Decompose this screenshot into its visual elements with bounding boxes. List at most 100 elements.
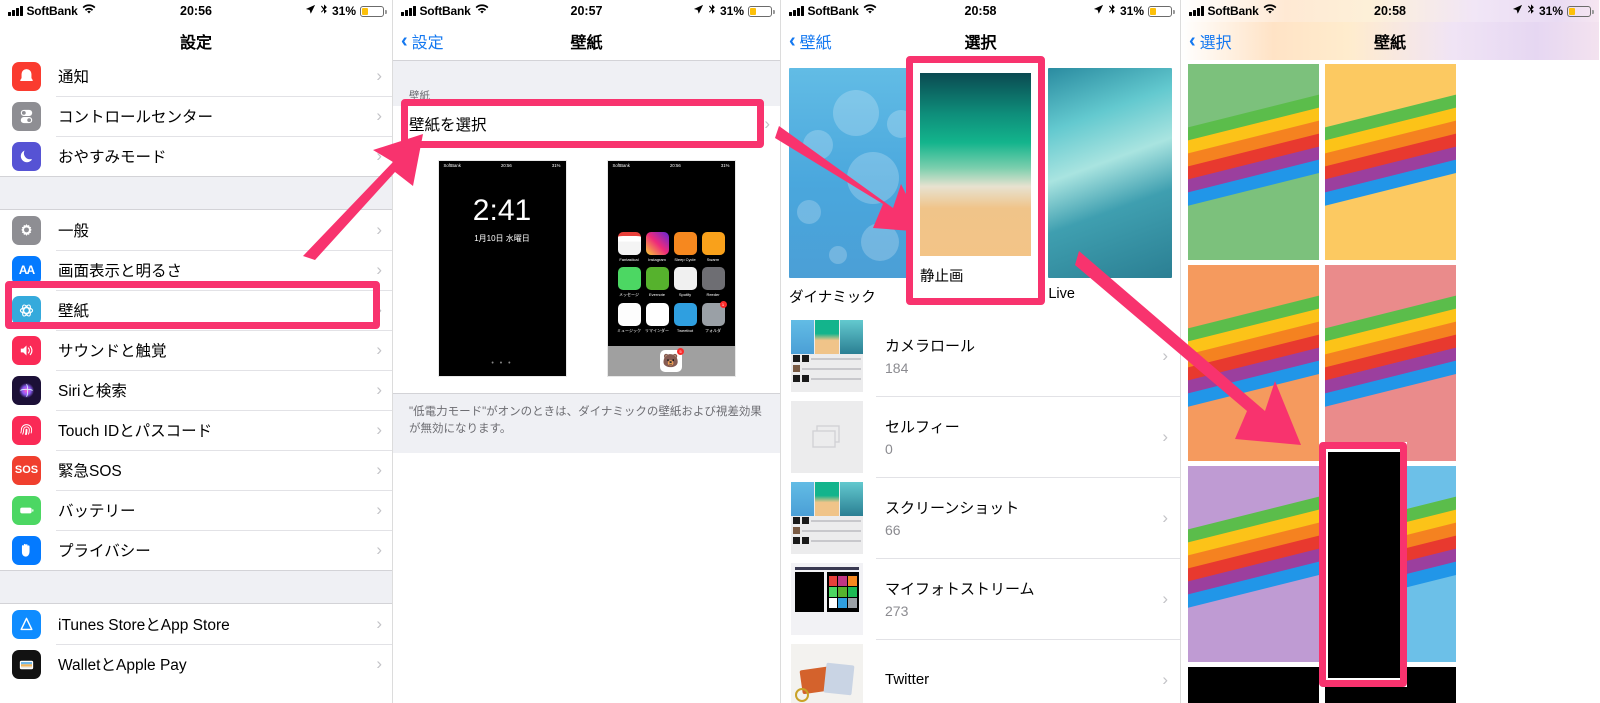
chevron-right-icon: › (376, 220, 382, 239)
chevron-left-icon: ‹ (401, 30, 408, 52)
back-button[interactable]: ‹ 選択 (1189, 29, 1232, 53)
wallpaper-cell[interactable] (1188, 466, 1319, 662)
settings-row-itunes[interactable]: iTunes StoreとApp Store › (0, 604, 392, 644)
dock-app-icon: 🐻 5 (660, 348, 684, 372)
wallpaper-cell[interactable] (1188, 265, 1319, 461)
rainbow-stripes (1188, 89, 1319, 260)
wallpaper-type-label: ダイナミック (789, 290, 876, 306)
hand-icon (12, 535, 41, 565)
battery-percent: 31% (1119, 4, 1144, 18)
signal-bars-icon (1189, 6, 1204, 16)
footnote-text: "低電力モード"がオンのときは、ダイナミックの壁紙および視差効果が無効になります… (393, 393, 780, 453)
settings-row-privacy[interactable]: プライバシー › (0, 530, 392, 570)
chevron-right-icon: › (376, 380, 382, 399)
dock: 🐻 5 (607, 346, 735, 376)
settings-row-touchid[interactable]: Touch IDとパスコード › (0, 410, 392, 450)
back-label: 選択 (1199, 35, 1232, 52)
settings-row-label: Siriと検索 (58, 383, 127, 400)
location-icon (693, 4, 704, 18)
album-text: カメラロール 184 (885, 335, 975, 376)
album-thumbnail (791, 643, 863, 703)
app-icon-instagram: Instagram (645, 232, 670, 262)
status-bar: SoftBank 20:58 31% (781, 0, 1180, 22)
settings-row-label: 緊急SOS (58, 463, 122, 480)
settings-row-sounds[interactable]: サウンドと触覚 › (0, 330, 392, 370)
empty-album-icon (812, 424, 840, 448)
control-center-icon (12, 101, 41, 131)
settings-row-general[interactable]: 一般 › (0, 210, 392, 250)
wallpaper-cell[interactable] (1325, 64, 1456, 260)
app-grid: Fantastical Instagram Sleep Cycle Swarm … (608, 170, 735, 334)
settings-row-wallpaper[interactable]: 壁紙 › (0, 290, 392, 330)
wallpaper-cell[interactable] (1325, 265, 1456, 461)
settings-row-battery[interactable]: バッテリー › (0, 490, 392, 530)
carrier-label: SoftBank (1207, 4, 1259, 18)
back-button[interactable]: ‹ 壁紙 (789, 29, 832, 53)
app-label: フォルダ (705, 328, 721, 333)
wallpaper-cell[interactable] (1188, 64, 1319, 260)
album-text: スクリーンショット 66 (885, 497, 1019, 538)
chevron-left-icon: ‹ (1189, 30, 1196, 52)
settings-row-display[interactable]: AA 画面表示と明るさ › (0, 250, 392, 290)
album-row-camera-roll[interactable]: カメラロール 184 › (781, 315, 1180, 396)
back-button[interactable]: ‹ 設定 (401, 29, 444, 53)
still-thumbnail-highlighted[interactable] (920, 73, 1031, 256)
album-row-twitter[interactable]: Twitter › (781, 639, 1180, 703)
app-label: Spotify (678, 292, 692, 297)
wallpaper-type-live[interactable]: Live (1048, 68, 1173, 307)
panel-settings: SoftBank 20:56 31% 設定 通知 › コントロールセンター › … (0, 0, 392, 703)
choose-wallpaper-row[interactable]: 壁紙を選択 › (393, 106, 780, 142)
lockscreen-time: 2:41 (472, 194, 532, 227)
chevron-right-icon: › (1162, 588, 1168, 608)
album-row-photostream[interactable]: マイフォトストリーム 273 › (781, 558, 1180, 639)
album-row-screenshots[interactable]: スクリーンショット 66 › (781, 477, 1180, 558)
wallpaper-icon (12, 295, 41, 325)
app-label: Instagram (648, 257, 666, 262)
battery-icon (1567, 5, 1594, 17)
album-title: セルフィー (885, 419, 960, 436)
album-count: 184 (885, 360, 909, 376)
preview-time-small: 20:56 (501, 163, 512, 168)
settings-row-do-not-disturb[interactable]: おやすみモード › (0, 136, 392, 176)
homescreen-preview[interactable]: SoftBank 20:56 31% Fantastical Instagram… (606, 160, 736, 377)
page-title: 設定 (179, 35, 212, 52)
chevron-right-icon: › (1162, 345, 1168, 365)
settings-row-control-center[interactable]: コントロールセンター › (0, 96, 392, 136)
selected-black-wallpaper[interactable] (1328, 452, 1400, 678)
wallpaper-cell[interactable] (1188, 667, 1319, 703)
album-title: スクリーンショット (885, 500, 1020, 517)
app-label: Sleep Cycle (674, 257, 696, 262)
wifi-icon (863, 4, 877, 18)
bluetooth-icon (320, 4, 328, 18)
panel-choose: SoftBank 20:58 31% ‹ 壁紙 選択 ダイナミック Live カ… (780, 0, 1180, 703)
rainbow-stripes (1325, 89, 1456, 260)
album-thumbnail (791, 400, 863, 473)
settings-row-sos[interactable]: SOS 緊急SOS › (0, 450, 392, 490)
wallpaper-previews: SoftBank 20:56 31% 2:41 1月10日 水曜日 • • • … (393, 142, 780, 377)
settings-row-label: Touch IDとパスコード (58, 423, 213, 440)
settings-row-notifications[interactable]: 通知 › (0, 56, 392, 96)
lockscreen-clock: 2:41 1月10日 水曜日 (439, 196, 566, 244)
settings-row-wallet[interactable]: WalletとApple Pay › (0, 644, 392, 684)
album-thumbnail (791, 481, 863, 554)
status-left: SoftBank (8, 4, 96, 18)
album-row-selfies[interactable]: セルフィー 0 › (781, 396, 1180, 477)
rainbow-stripes (1188, 290, 1319, 461)
wallpaper-type-dynamic[interactable]: ダイナミック (789, 68, 913, 307)
chevron-right-icon: › (376, 340, 382, 359)
preview-status-bar: SoftBank 20:56 31% (608, 161, 735, 170)
app-icon-messages: メッセージ (617, 267, 642, 298)
settings-row-siri[interactable]: Siriと検索 › (0, 370, 392, 410)
lockscreen-preview[interactable]: SoftBank 20:56 31% 2:41 1月10日 水曜日 • • • (437, 160, 567, 377)
section-label: 壁紙 (409, 90, 430, 102)
status-right: 31% (1512, 4, 1594, 18)
app-icon-folder: 1 フォルダ (701, 301, 727, 334)
app-icon-reeder: Reeder (701, 267, 726, 298)
wifi-icon (82, 4, 96, 18)
settings-row-label: コントロールセンター (58, 109, 214, 126)
settings-row-label: おやすみモード (58, 149, 167, 166)
chevron-left-icon: ‹ (789, 30, 796, 52)
preview-carrier: SoftBank (612, 163, 630, 168)
siri-icon (12, 375, 41, 405)
app-label: Evernote (648, 292, 665, 297)
